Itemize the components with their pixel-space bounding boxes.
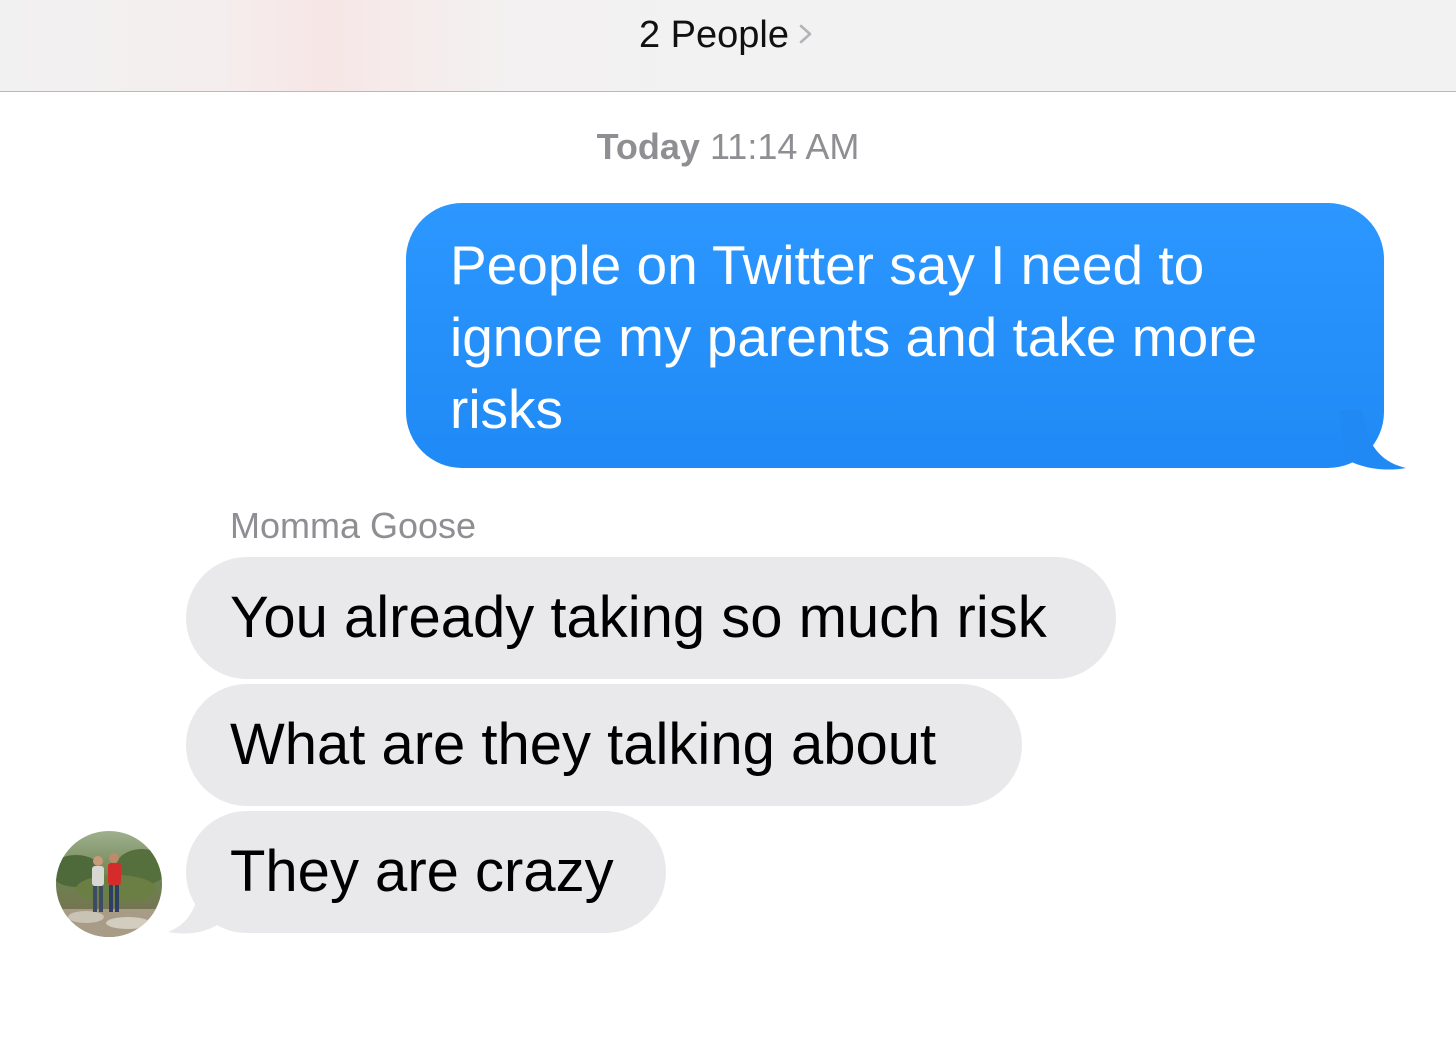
received-text: They are crazy [230, 839, 614, 904]
sent-bubble-tail [1340, 410, 1406, 470]
sent-text-line: risks [450, 378, 564, 440]
sent-message[interactable]: People on Twitter say I need to ignore m… [406, 203, 1406, 471]
chevron-right-icon [799, 24, 812, 44]
sent-bubble[interactable]: People on Twitter say I need to ignore m… [406, 203, 1384, 468]
participants-button[interactable]: 2 People [0, 14, 1456, 57]
received-bubble-tail [168, 880, 222, 934]
received-text: You already taking so much risk [230, 585, 1047, 650]
sent-text-line: ignore my parents and take more [450, 306, 1258, 368]
participants-label: 2 People [638, 14, 789, 56]
timestamp-day: Today [596, 126, 700, 167]
timestamp-time: 11:14 AM [709, 126, 860, 167]
received-bubble[interactable]: They are crazy [186, 811, 666, 933]
received-bubble[interactable]: You already taking so much risk [186, 557, 1116, 679]
received-bubble[interactable]: What are they talking about [186, 684, 1022, 806]
conversation-header: 2 People [0, 0, 1456, 92]
contact-photo-icon [56, 831, 162, 937]
sender-name: Momma Goose [230, 505, 477, 546]
received-text: What are they talking about [230, 712, 937, 777]
sent-text-line: People on Twitter say I need to [450, 234, 1205, 296]
message-timestamp: Today 11:14 AM [0, 126, 1456, 168]
contact-avatar[interactable] [56, 831, 162, 937]
